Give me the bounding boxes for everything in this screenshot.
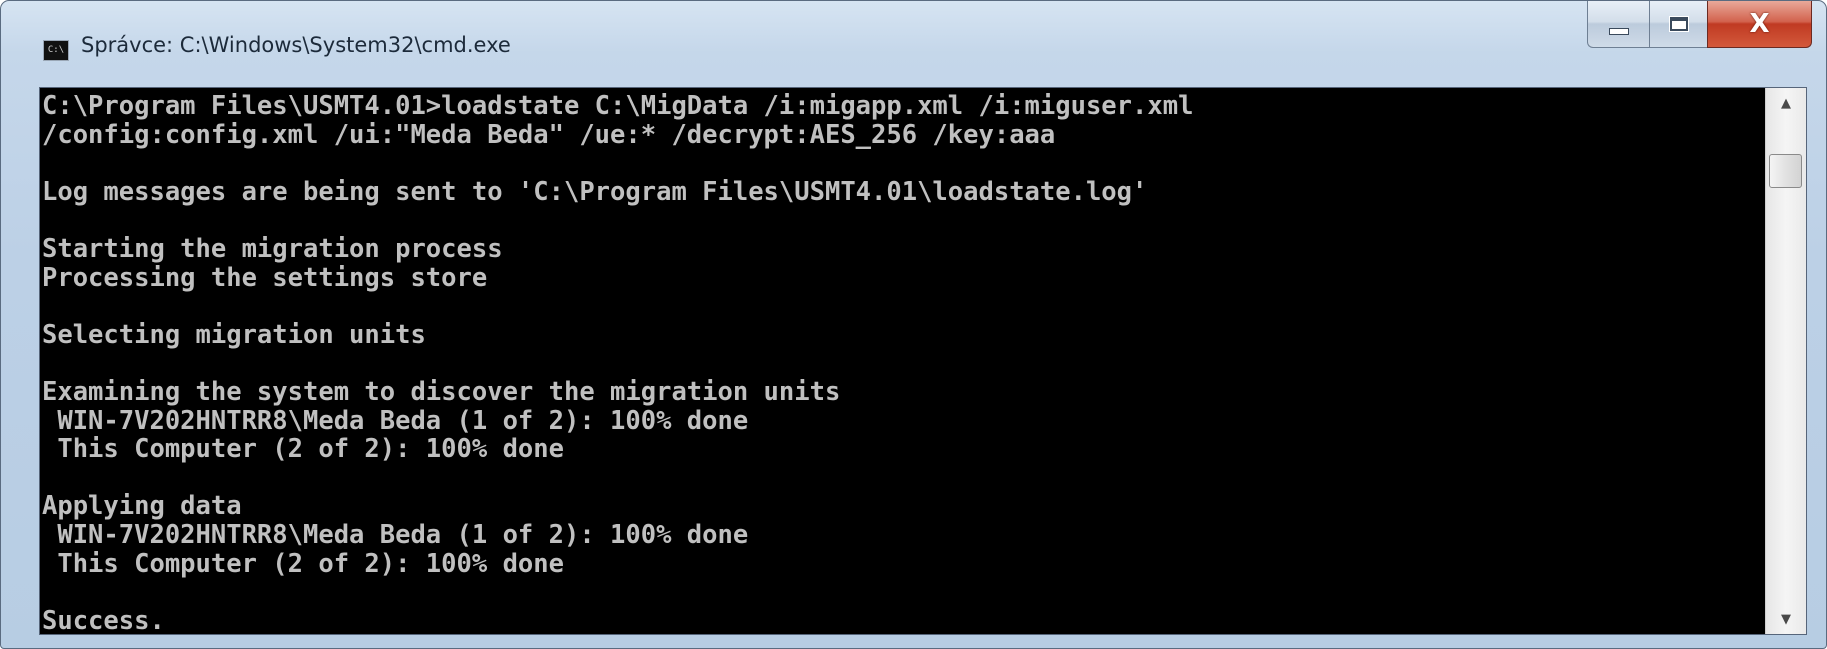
scroll-down-button[interactable]: ▼ — [1766, 604, 1806, 634]
console-client-area: C:\Program Files\USMT4.01>loadstate C:\M… — [39, 87, 1807, 635]
chevron-up-icon: ▲ — [1781, 95, 1791, 111]
console-line: Starting the migration process — [42, 233, 503, 264]
console-line: WIN-7V202HNTRR8\Meda Beda (1 of 2): 100%… — [42, 519, 749, 550]
console-line: Processing the settings store — [42, 262, 488, 293]
console-line: WIN-7V202HNTRR8\Meda Beda (1 of 2): 100%… — [42, 405, 749, 436]
title-bar[interactable]: C:\ Správce: C:\Windows\System32\cmd.exe… — [1, 1, 1826, 87]
console-line: Selecting migration units — [42, 319, 426, 350]
console-line: /config:config.xml /ui:"Meda Beda" /ue:*… — [42, 119, 1056, 150]
chevron-down-icon: ▼ — [1781, 611, 1791, 627]
console-line: C:\Program Files\USMT4.01>loadstate C:\M… — [42, 91, 1194, 121]
console-line: Success. — [42, 605, 165, 634]
console-line: Log messages are being sent to 'C:\Progr… — [42, 176, 1148, 207]
maximize-icon — [1668, 16, 1689, 32]
minimize-icon — [1608, 27, 1629, 35]
console-text: C:\Program Files\USMT4.01>loadstate C:\M… — [40, 88, 1766, 634]
cmd-window: C:\ Správce: C:\Windows\System32\cmd.exe… — [0, 0, 1827, 649]
window-title: Správce: C:\Windows\System32\cmd.exe — [81, 33, 511, 57]
close-icon: X — [1749, 9, 1770, 39]
minimize-button[interactable] — [1587, 1, 1649, 48]
scroll-up-button[interactable]: ▲ — [1766, 88, 1806, 118]
console-line: This Computer (2 of 2): 100% done — [42, 434, 564, 465]
caption-buttons: X — [1587, 1, 1812, 48]
console-line: Applying data — [42, 491, 242, 522]
cmd-console-icon[interactable]: C:\ — [43, 40, 69, 61]
console-output[interactable]: C:\Program Files\USMT4.01>loadstate C:\M… — [40, 88, 1766, 634]
scroll-thumb[interactable] — [1769, 154, 1802, 188]
console-line: Examining the system to discover the mig… — [42, 376, 841, 407]
console-line: This Computer (2 of 2): 100% done — [42, 548, 564, 579]
close-button[interactable]: X — [1707, 1, 1812, 48]
vertical-scrollbar[interactable]: ▲ ▼ — [1765, 88, 1806, 634]
maximize-button[interactable] — [1649, 1, 1707, 48]
